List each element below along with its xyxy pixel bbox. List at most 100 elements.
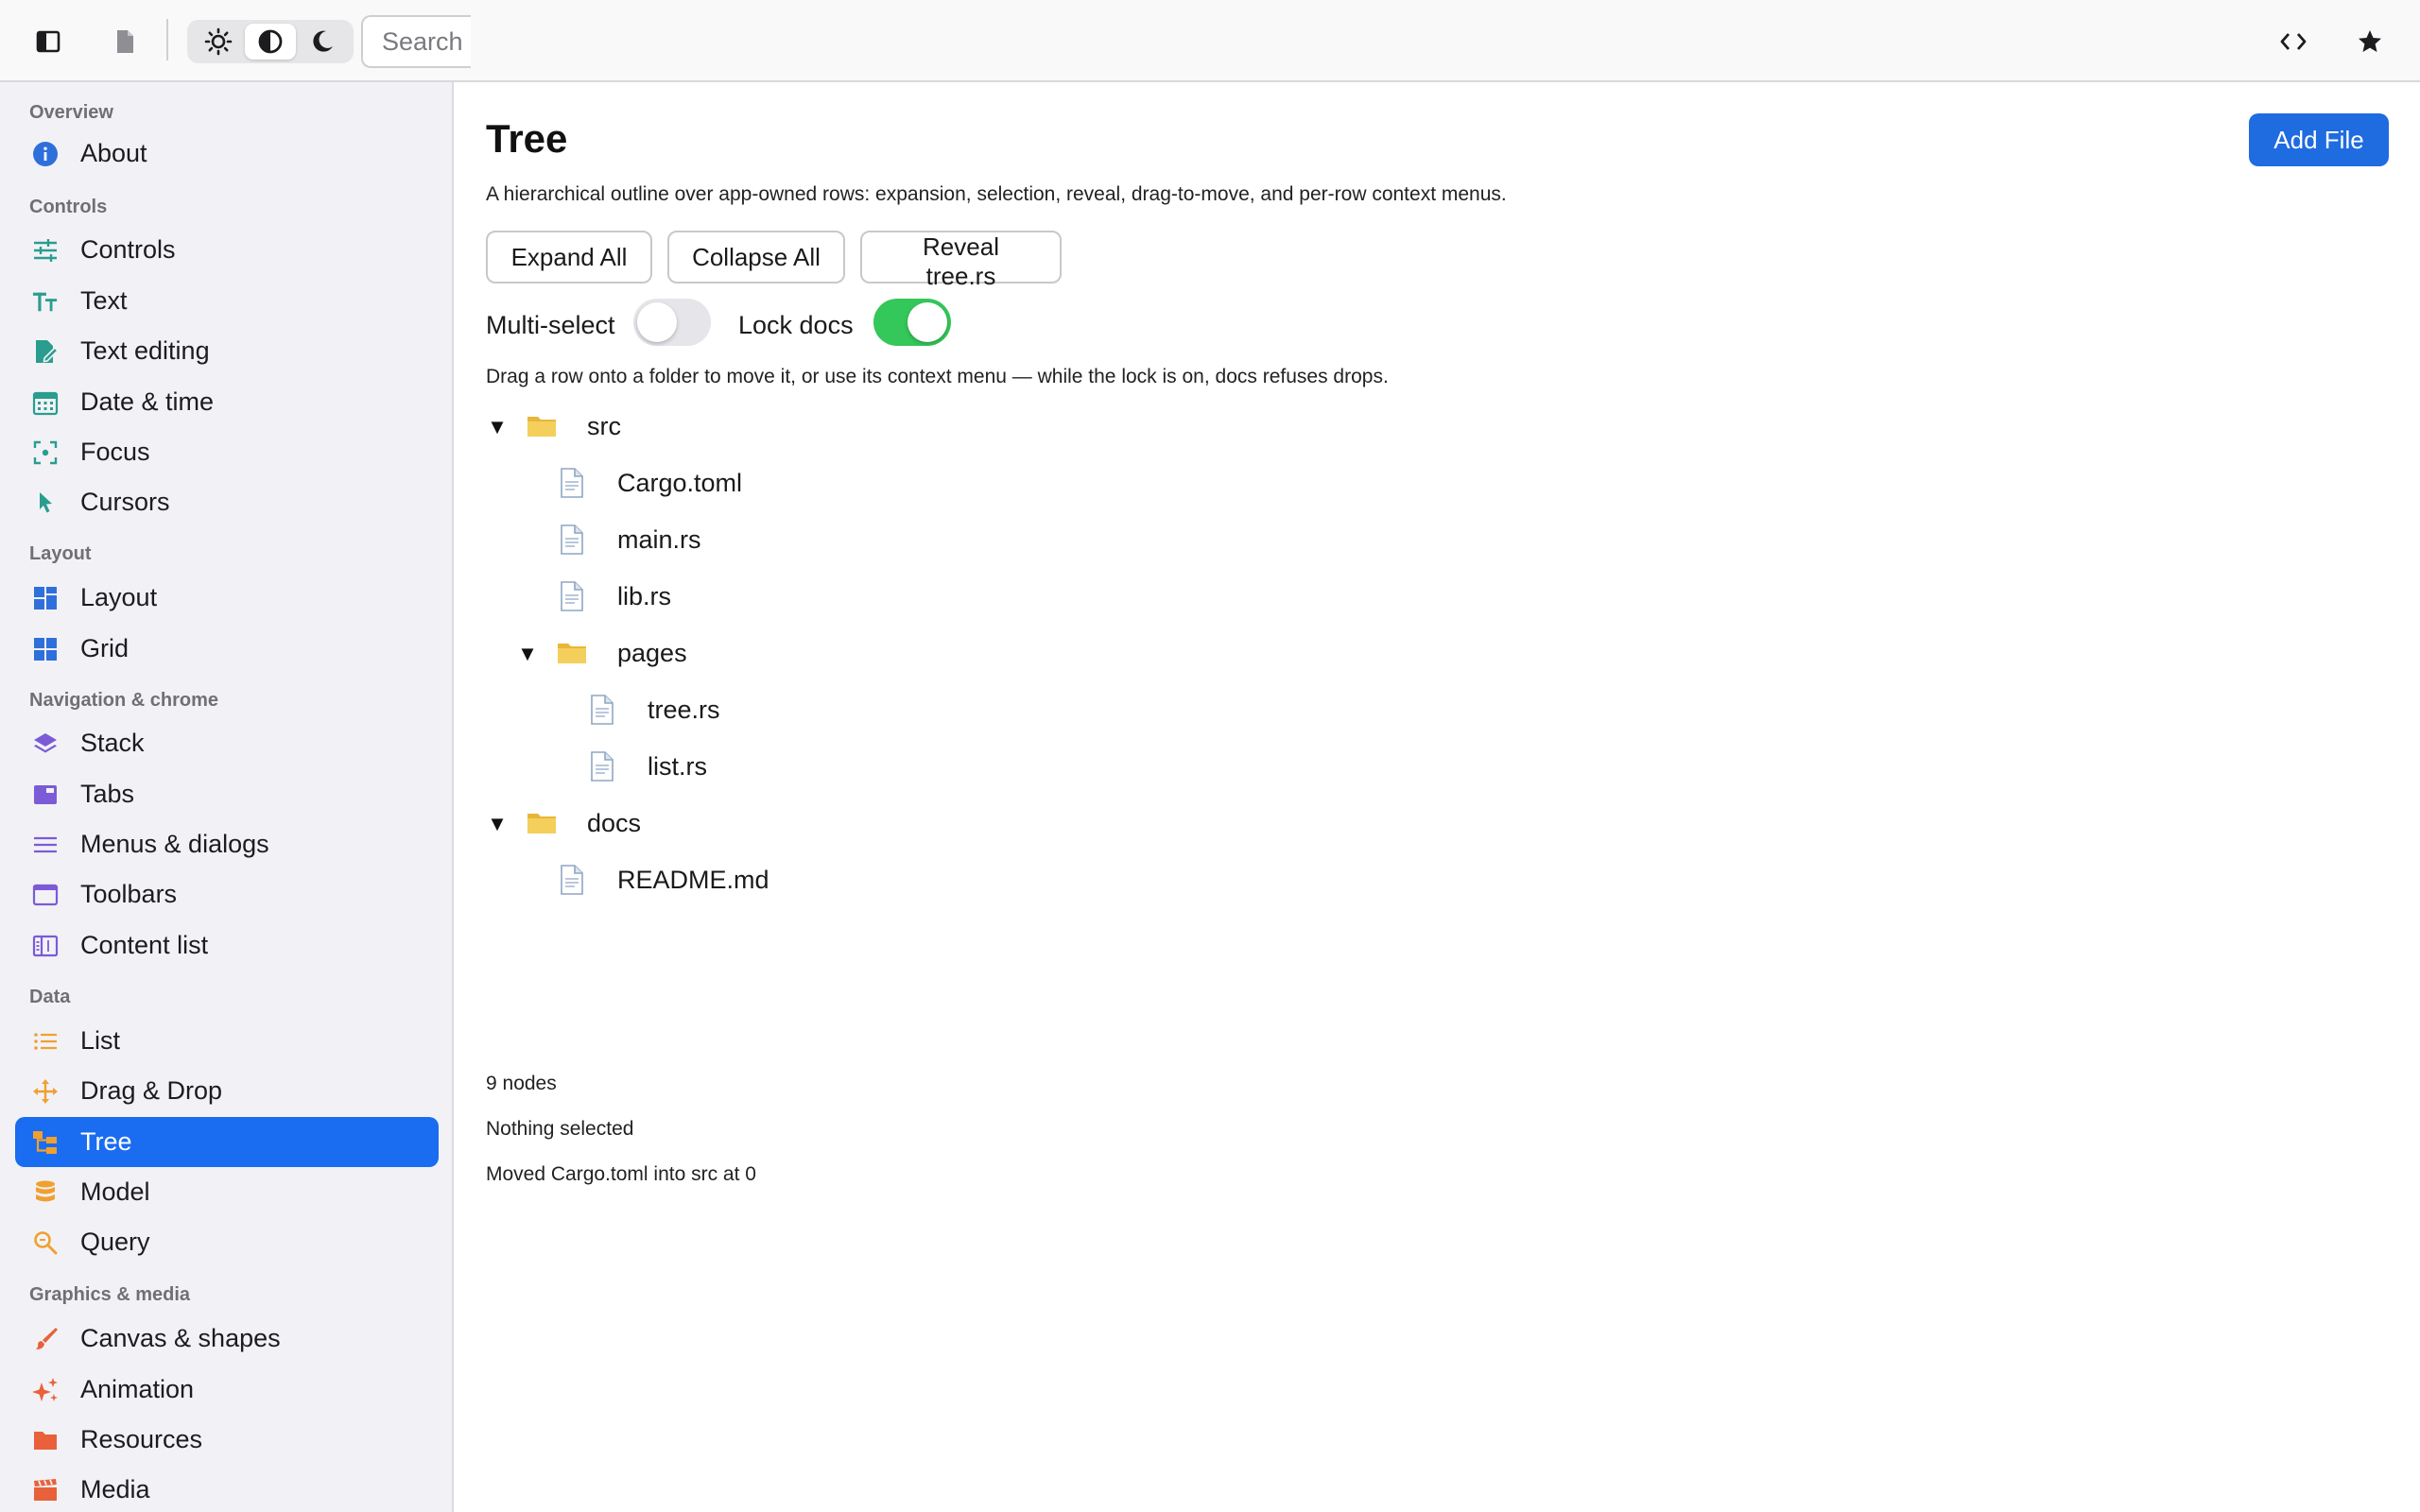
sidebar-section-overview: Overview — [29, 102, 113, 123]
sidebar-item-layout[interactable]: Layout — [15, 573, 439, 623]
file-icon — [561, 468, 583, 498]
contrast-icon — [258, 29, 283, 54]
window-icon — [32, 882, 59, 908]
theme-dark-button[interactable] — [297, 24, 348, 60]
sidebar-item-tree[interactable]: Tree — [15, 1117, 439, 1167]
favorite-button[interactable] — [2345, 17, 2394, 66]
sidebar-item-media[interactable]: Media — [15, 1465, 439, 1512]
sidebar-section-layout: Layout — [29, 543, 92, 564]
moon-icon — [313, 30, 333, 52]
file-icon — [561, 581, 583, 611]
sidebar-item-about[interactable]: About — [15, 129, 439, 179]
tree-row-label: list.rs — [648, 752, 707, 781]
document-button[interactable] — [100, 17, 149, 66]
sidebar-toggle-icon — [36, 30, 60, 53]
sidebar-section-navigation: Navigation & chrome — [29, 690, 219, 711]
menu-icon — [32, 832, 59, 858]
sidebar-item-focus[interactable]: Focus — [15, 427, 439, 477]
sidebar-item-label: Menus & dialogs — [80, 830, 269, 858]
tree-row-label: Cargo.toml — [617, 469, 743, 497]
sidebar-item-tabs[interactable]: Tabs — [15, 769, 439, 819]
disclosure-chevron-icon[interactable]: ▼ — [516, 642, 539, 666]
tree-row-file-cargo-toml[interactable]: Cargo.toml — [486, 456, 1053, 509]
sidebar-item-list[interactable]: List — [15, 1016, 439, 1066]
sidebar-item-controls[interactable]: Controls — [15, 225, 439, 275]
tree-row-file-tree-rs[interactable]: tree.rs — [486, 683, 1053, 736]
layout-icon — [32, 585, 59, 611]
sidebar-item-label: Cursors — [80, 488, 170, 516]
theme-auto-button[interactable] — [245, 24, 296, 60]
sidebar-item-drag-drop[interactable]: Drag & Drop — [15, 1066, 439, 1116]
tree-row-file-lib-rs[interactable]: lib.rs — [486, 570, 1053, 623]
collapse-all-button[interactable]: Collapse All — [667, 231, 845, 284]
folder-icon — [527, 814, 556, 833]
sparkle-icon — [32, 1377, 59, 1403]
star-icon — [2359, 30, 2381, 52]
database-icon — [32, 1179, 59, 1206]
tree-row-folder-src[interactable]: ▼ src — [486, 400, 1053, 453]
sun-icon — [204, 27, 233, 56]
toggle-knob — [637, 302, 677, 342]
sidebar-item-canvas-shapes[interactable]: Canvas & shapes — [15, 1314, 439, 1364]
sidebar-item-date-time[interactable]: Date & time — [15, 377, 439, 427]
tree-options: Multi-select Lock docs — [486, 299, 1148, 348]
calendar-icon — [32, 389, 59, 416]
sidebar-item-label: Date & time — [80, 387, 215, 416]
sidebar-item-query[interactable]: Query — [15, 1217, 439, 1267]
tree-row-label: tree.rs — [648, 696, 720, 724]
sidebar-item-label: List — [80, 1026, 121, 1055]
sidebar-item-label: Drag & Drop — [80, 1076, 223, 1105]
sidebar-item-menus-dialogs[interactable]: Menus & dialogs — [15, 819, 439, 869]
expand-all-button[interactable]: Expand All — [486, 231, 652, 284]
list-icon — [32, 1028, 59, 1055]
sidebar-item-label: Controls — [80, 235, 176, 264]
content-list-icon — [32, 933, 59, 959]
sidebar-item-text[interactable]: Text — [15, 276, 439, 326]
sidebar-item-stack[interactable]: Stack — [15, 718, 439, 768]
sidebar-item-cursors[interactable]: Cursors — [15, 477, 439, 527]
disclosure-chevron-icon[interactable]: ▼ — [486, 812, 509, 836]
edit-document-icon — [32, 338, 59, 365]
lock-docs-toggle[interactable] — [873, 299, 951, 346]
tree-row-file-list-rs[interactable]: list.rs — [486, 740, 1053, 793]
sidebar-item-resources[interactable]: Resources — [15, 1415, 439, 1465]
tree-row-label: src — [587, 412, 621, 440]
sidebar-section-controls: Controls — [29, 197, 108, 217]
main-content: Tree Add File A hierarchical outline ove… — [456, 82, 2420, 1512]
tree-row-folder-docs[interactable]: ▼ docs — [486, 797, 1053, 850]
tree-row-folder-pages[interactable]: ▼ pages — [486, 627, 1053, 679]
brush-icon — [32, 1326, 59, 1352]
text-size-icon — [32, 288, 59, 315]
top-toolbar — [0, 0, 2420, 82]
sidebar-item-label: Content list — [80, 931, 209, 959]
reveal-file-button[interactable]: Reveal tree.rs — [860, 231, 1062, 290]
sidebar-item-label: Grid — [80, 634, 130, 662]
sidebar-item-label: Tree — [80, 1127, 132, 1156]
sidebar-section-data: Data — [29, 987, 71, 1007]
sidebar-item-grid[interactable]: Grid — [15, 624, 439, 674]
search-input[interactable] — [361, 15, 471, 68]
sidebar-toggle-button[interactable] — [24, 17, 73, 66]
tree-row-file-readme-md[interactable]: README.md — [486, 853, 1053, 906]
sidebar-item-toolbars[interactable]: Toolbars — [15, 869, 439, 919]
tabs-icon — [32, 782, 59, 808]
sidebar-item-text-editing[interactable]: Text editing — [15, 326, 439, 376]
sidebar-item-model[interactable]: Model — [15, 1167, 439, 1217]
sidebar-item-label: Layout — [80, 583, 158, 611]
selection-status: Nothing selected — [486, 1118, 634, 1140]
sidebar-item-label: Canvas & shapes — [80, 1324, 281, 1352]
multi-select-toggle[interactable] — [633, 299, 711, 346]
tree-row-label: docs — [587, 809, 642, 837]
sidebar-item-label: Media — [80, 1475, 150, 1503]
view-source-button[interactable] — [2269, 17, 2318, 66]
folder-icon — [32, 1427, 59, 1453]
tree-row-file-main-rs[interactable]: main.rs — [486, 513, 1053, 566]
theme-light-button[interactable] — [193, 24, 244, 60]
cursor-icon — [32, 490, 59, 516]
sidebar-item-content-list[interactable]: Content list — [15, 920, 439, 971]
sidebar-item-animation[interactable]: Animation — [15, 1365, 439, 1415]
grid-icon — [32, 636, 59, 662]
add-file-button[interactable]: Add File — [2249, 113, 2389, 166]
disclosure-chevron-icon[interactable]: ▼ — [486, 415, 509, 439]
tree-row-label: main.rs — [617, 525, 701, 554]
